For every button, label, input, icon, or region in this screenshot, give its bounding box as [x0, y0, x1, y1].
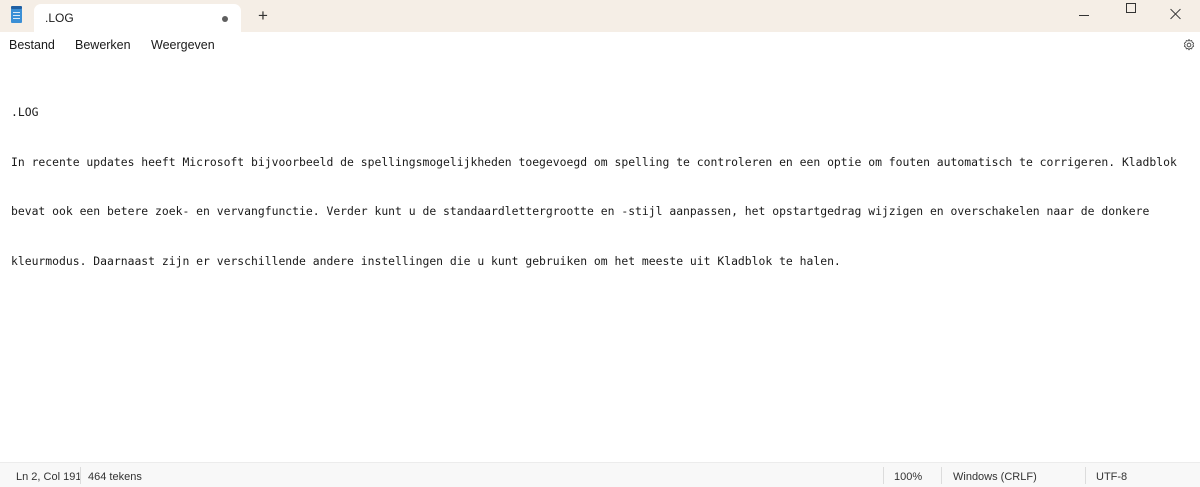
menu-bar: Bestand Bewerken Weergeven — [0, 32, 1200, 60]
line-ending[interactable]: Windows (CRLF) — [953, 471, 1037, 483]
unsaved-dot-icon[interactable] — [222, 16, 228, 22]
maximize-button[interactable] — [1108, 0, 1154, 32]
notepad-window: .LOG + Bestand Bewerken Weergeven .LOG I… — [0, 0, 1200, 487]
status-separator — [80, 467, 81, 484]
document-line: .LOG — [11, 105, 39, 119]
notepad-app-icon — [11, 6, 22, 23]
status-separator — [1085, 467, 1086, 484]
title-bar: .LOG + — [0, 0, 1200, 32]
gear-icon[interactable] — [1182, 38, 1196, 52]
character-count: 464 tekens — [88, 471, 142, 483]
minimize-icon — [1079, 15, 1089, 16]
document-line: In recente updates heeft Microsoft bijvo… — [11, 154, 1177, 169]
zoom-level[interactable]: 100% — [894, 471, 922, 483]
status-separator — [883, 467, 884, 484]
cursor-position: Ln 2, Col 191 — [16, 471, 82, 483]
document-line: bevat ook een betere zoek- en vervangfun… — [11, 204, 1150, 218]
tab-log[interactable]: .LOG — [34, 4, 241, 32]
document-text[interactable]: .LOG In recente updates heeft Microsoft … — [11, 71, 1191, 302]
close-button[interactable] — [1154, 0, 1200, 32]
maximize-icon — [1126, 3, 1136, 13]
close-icon — [1170, 8, 1182, 20]
menu-bestand[interactable]: Bestand — [9, 38, 55, 52]
new-tab-button[interactable]: + — [254, 6, 272, 26]
status-bar: Ln 2, Col 191 464 tekens 100% Windows (C… — [0, 462, 1200, 487]
encoding[interactable]: UTF-8 — [1096, 471, 1127, 483]
menu-bewerken[interactable]: Bewerken — [75, 38, 131, 52]
document-line: kleurmodus. Daarnaast zijn er verschille… — [11, 253, 841, 268]
tab-title: .LOG — [45, 11, 74, 25]
status-separator — [941, 467, 942, 484]
minimize-button[interactable] — [1062, 0, 1108, 32]
text-editor[interactable]: .LOG In recente updates heeft Microsoft … — [0, 60, 1200, 462]
menu-weergeven[interactable]: Weergeven — [151, 38, 215, 52]
